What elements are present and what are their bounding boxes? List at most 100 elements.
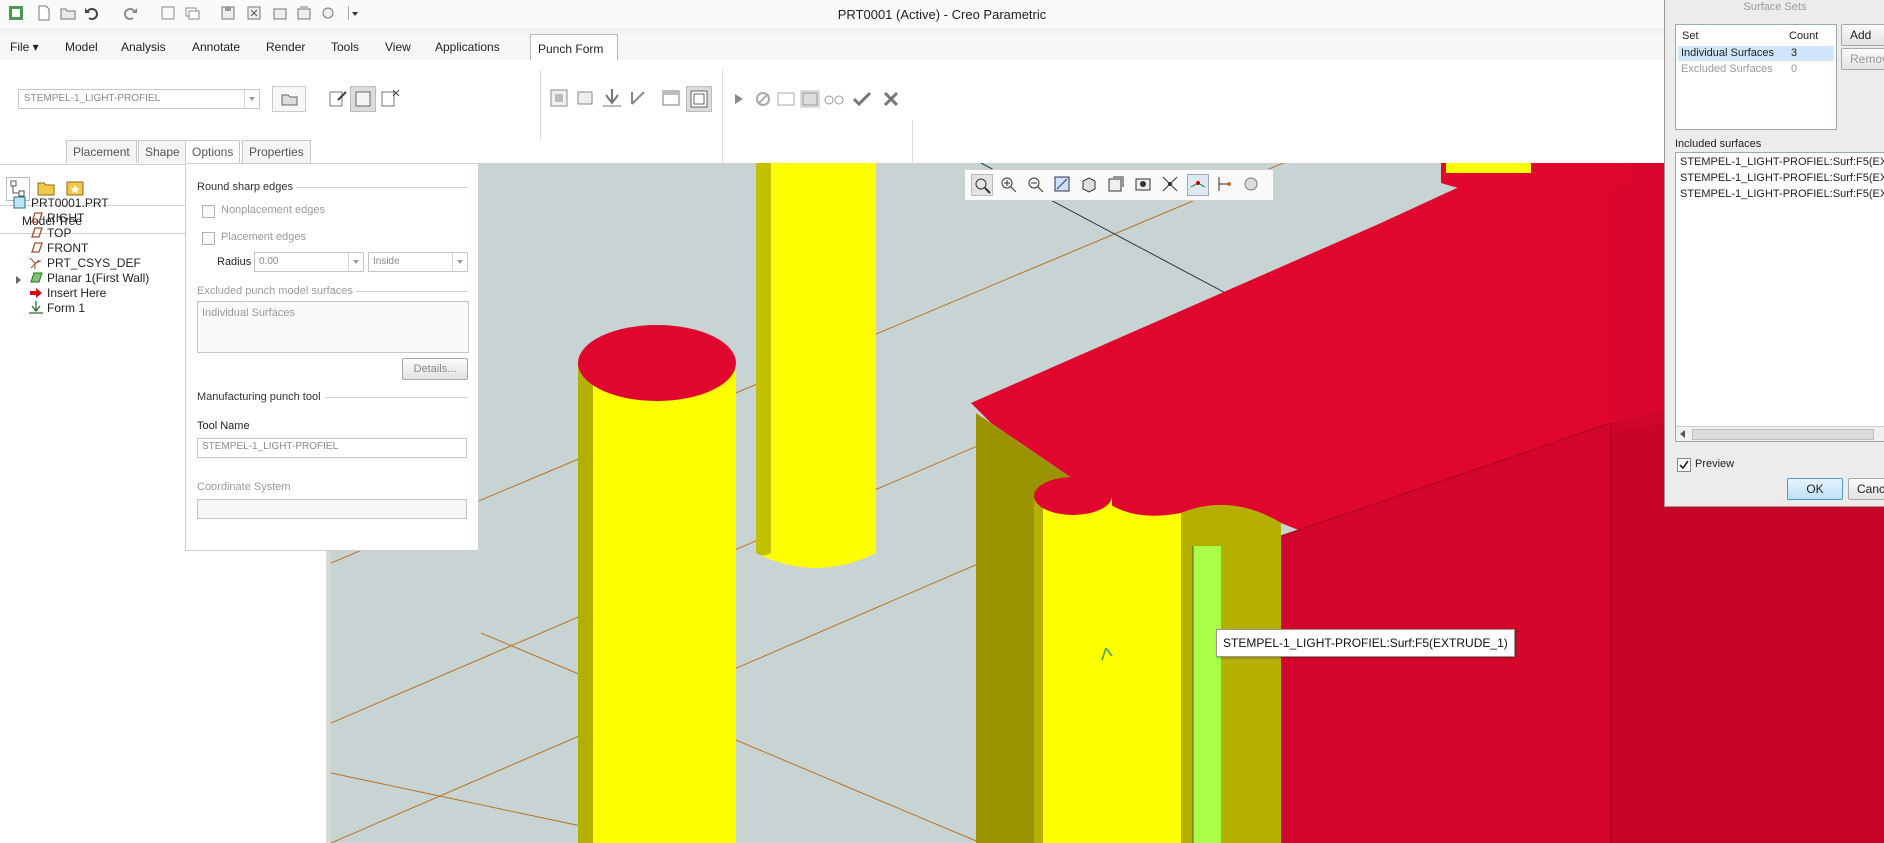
radius-label: Radius: [217, 256, 252, 268]
set-column-header[interactable]: Set: [1682, 30, 1699, 42]
tree-item[interactable]: Planar 1(First Wall): [16, 270, 150, 285]
excluded-surfaces-item[interactable]: Individual Surfaces: [202, 307, 295, 319]
subtab-placement[interactable]: Placement: [66, 140, 137, 163]
tree-item[interactable]: Insert Here: [28, 285, 106, 300]
included-surface-item[interactable]: STEMPEL-1_LIGHT-PROFIEL:Surf:F5(EXTRU: [1680, 156, 1884, 168]
tree-item[interactable]: Form 1: [28, 300, 85, 315]
csys-icon: [28, 255, 43, 270]
ribbon-separator: [722, 70, 723, 174]
scrollbar-thumb[interactable]: [1692, 429, 1874, 440]
horizontal-scrollbar[interactable]: [1676, 426, 1884, 441]
cylinder-left: [578, 363, 736, 843]
punch-direction-icon[interactable]: [574, 86, 598, 110]
datum-plane-icon: [28, 240, 43, 255]
datum-plane-icon: [28, 225, 43, 240]
coordinate-system-field[interactable]: [197, 499, 467, 519]
tree-item[interactable]: TOP: [28, 225, 71, 240]
excluded-surfaces-title: Excluded punch model surfaces: [197, 285, 353, 297]
preview-icon[interactable]: [800, 90, 820, 108]
remove-set-button[interactable]: Remov: [1841, 48, 1884, 70]
browse-folder-icon[interactable]: [272, 86, 306, 112]
tab-punch-form-label: Punch Form: [538, 42, 604, 56]
annotation-display-icon[interactable]: [1214, 174, 1234, 194]
tab-punch-form[interactable]: Punch Form: [530, 34, 618, 61]
subtab-properties[interactable]: Properties: [242, 140, 311, 163]
flip-direction-icon[interactable]: [626, 86, 650, 110]
subtab-options[interactable]: Options: [185, 140, 241, 163]
count-column-header[interactable]: Count: [1789, 30, 1818, 42]
cancel-x-icon[interactable]: [882, 90, 900, 108]
set-row[interactable]: Individual Surfaces 3: [1678, 46, 1834, 61]
tree-item-label: PRT_CSYS_DEF: [47, 256, 141, 270]
graphics-viewport[interactable]: [331, 163, 1884, 843]
expand-arrow-icon[interactable]: [14, 273, 22, 284]
radius-combo[interactable]: 0.00: [254, 252, 364, 272]
glasses-icon[interactable]: [824, 90, 844, 108]
ok-button[interactable]: OK: [1787, 478, 1843, 500]
reference-part-icon[interactable]: [548, 86, 572, 110]
details-button[interactable]: Details...: [402, 358, 468, 380]
round-side-combo[interactable]: Inside: [368, 252, 468, 272]
saved-orientations-icon[interactable]: [1106, 174, 1126, 194]
tab-render[interactable]: Render: [266, 40, 305, 54]
cylinder-small-top: [1034, 477, 1112, 515]
verify-geometry-icon[interactable]: [776, 90, 796, 108]
pause-icon[interactable]: [754, 90, 772, 108]
tool-name-field[interactable]: STEMPEL-1_LIGHT-PROFIEL: [197, 438, 467, 458]
repaint-icon[interactable]: [1052, 174, 1072, 194]
chevron-down-icon: [452, 253, 467, 271]
tab-analysis[interactable]: Analysis: [121, 40, 166, 54]
edit-tool-icon[interactable]: [326, 86, 350, 110]
tree-item-label: Planar 1(First Wall): [47, 271, 150, 285]
subtab-shape[interactable]: Shape: [138, 140, 187, 163]
remove-tool-icon[interactable]: [378, 86, 402, 110]
zoom-out-icon[interactable]: [1025, 174, 1045, 194]
window-mode-icon[interactable]: [686, 86, 712, 112]
perspective-icon[interactable]: [1160, 174, 1180, 194]
show-tool-window-icon[interactable]: [350, 86, 376, 112]
model-graphics[interactable]: [331, 163, 1884, 843]
nonplacement-edges-checkbox[interactable]: [202, 205, 215, 218]
tree-item[interactable]: PRT_CSYS_DEF: [28, 255, 141, 270]
punch-tool-combo[interactable]: STEMPEL-1_LIGHT-PROFIEL: [18, 89, 260, 109]
tree-item[interactable]: FRONT: [28, 240, 88, 255]
datum-display-icon[interactable]: [1187, 174, 1209, 196]
display-style-icon[interactable]: [1079, 174, 1099, 194]
spin-center-icon[interactable]: [1241, 174, 1261, 194]
form-icon[interactable]: [600, 86, 624, 110]
punch-tool-combo-value: STEMPEL-1_LIGHT-PROFIEL: [24, 93, 161, 104]
tree-item[interactable]: PRT0001.PRT: [12, 195, 109, 210]
view-toolbar: [964, 169, 1274, 201]
tab-annotate[interactable]: Annotate: [192, 40, 240, 54]
tab-model[interactable]: Model: [65, 40, 98, 54]
included-surface-item[interactable]: STEMPEL-1_LIGHT-PROFIEL:Surf:F5(EXTRU: [1680, 188, 1884, 200]
refit-icon[interactable]: [971, 174, 993, 196]
placement-edges-checkbox[interactable]: [202, 232, 215, 245]
nonplacement-edges-label: Nonplacement edges: [221, 204, 325, 216]
sketch-window-icon[interactable]: [660, 86, 684, 110]
radius-value: 0.00: [259, 256, 279, 267]
set-name: Excluded Surfaces: [1681, 63, 1773, 75]
cylinder-small: [1034, 496, 1112, 843]
tree-item-label: RIGHT: [47, 211, 85, 225]
add-set-button[interactable]: Add: [1841, 24, 1884, 46]
ok-checkmark-icon[interactable]: [852, 90, 872, 108]
included-surfaces-title: Included surfaces: [1675, 138, 1762, 150]
tab-applications[interactable]: Applications: [435, 40, 500, 54]
included-surfaces-list[interactable]: STEMPEL-1_LIGHT-PROFIEL:Surf:F5(EXTRU ST…: [1675, 152, 1884, 442]
tab-tools[interactable]: Tools: [331, 40, 359, 54]
chevron-down-icon: [348, 253, 363, 271]
zoom-in-icon[interactable]: [998, 174, 1018, 194]
tree-item[interactable]: RIGHT: [28, 210, 84, 225]
preview-checkbox[interactable]: [1677, 458, 1691, 472]
view-manager-icon[interactable]: [1133, 174, 1153, 194]
tab-file[interactable]: File ▾: [10, 40, 39, 54]
excluded-surfaces-list[interactable]: Individual Surfaces: [197, 301, 469, 353]
tab-view[interactable]: View: [385, 40, 411, 54]
set-row[interactable]: Excluded Surfaces 0: [1678, 62, 1834, 77]
included-surface-item[interactable]: STEMPEL-1_LIGHT-PROFIEL:Surf:F5(EXTRU: [1680, 172, 1884, 184]
preview-label: Preview: [1695, 458, 1735, 470]
scroll-left-icon[interactable]: [1678, 429, 1688, 439]
cancel-button[interactable]: Canc: [1848, 478, 1884, 500]
play-icon[interactable]: [732, 92, 746, 106]
